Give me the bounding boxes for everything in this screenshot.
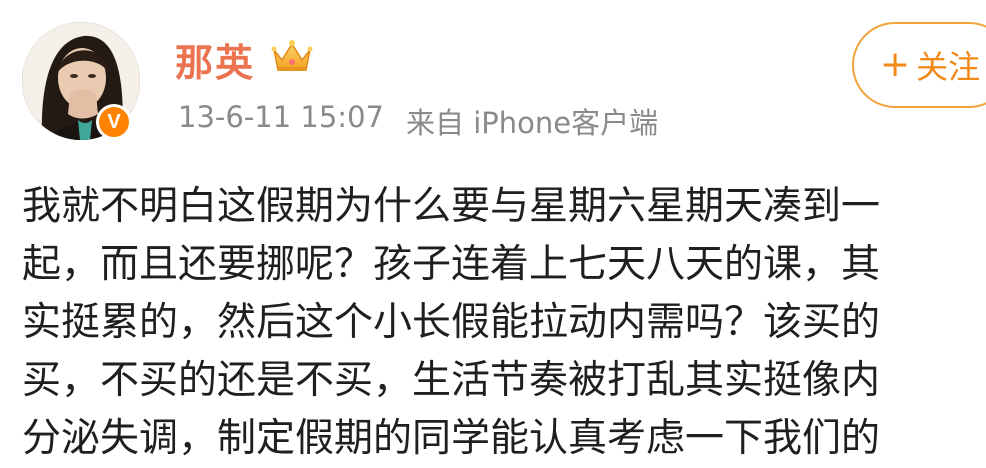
post-body-line: 买，不买的还是不买，生活节奏被打乱其实挺像内: [22, 358, 881, 403]
post-body-line: 起，而且还要挪呢？孩子连着上七天八天的课，其: [22, 242, 881, 287]
follow-button[interactable]: + 关注: [852, 22, 986, 108]
post-timestamp[interactable]: 13-6-11 15:07: [178, 100, 384, 142]
post-body-line: 分泌失调，制定假期的同学能认真考虑一下我们的: [22, 416, 881, 461]
post-body-line: 我就不明白这假期为什么要与星期六星期天凑到一: [22, 184, 881, 229]
follow-label: 关注: [916, 48, 981, 86]
post-meta: 13-6-11 15:07 来自 iPhone客户端: [178, 100, 658, 142]
crown-icon[interactable]: [270, 34, 314, 78]
author-name[interactable]: 那英: [175, 32, 255, 87]
verified-v-icon: V: [96, 104, 132, 140]
post-body: 我就不明白这假期为什么要与星期六星期天凑到一 起，而且还要挪呢？孩子连着上七天八…: [22, 178, 986, 468]
plus-icon: +: [880, 44, 911, 85]
post-body-line: 实挺累的，然后这个小长假能拉动内需吗？该买的: [22, 300, 881, 345]
post-source: 来自 iPhone客户端: [405, 106, 659, 140]
